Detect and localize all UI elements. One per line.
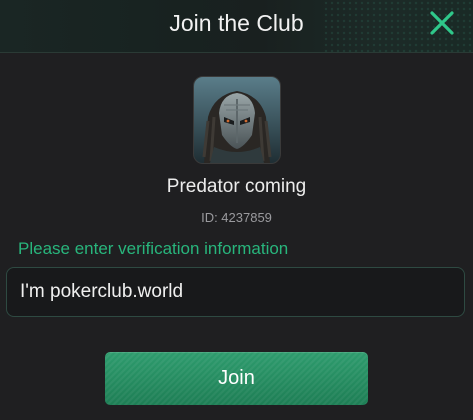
club-avatar bbox=[193, 76, 281, 164]
club-id: ID: 4237859 bbox=[201, 210, 272, 225]
verification-input[interactable] bbox=[7, 268, 464, 316]
verification-input-box bbox=[6, 267, 465, 317]
close-icon[interactable] bbox=[429, 10, 455, 36]
club-name: Predator coming bbox=[166, 176, 307, 197]
verification-prompt: Please enter verification information bbox=[18, 239, 289, 258]
dialog-header: Join the Club bbox=[0, 0, 473, 53]
join-club-dialog: Join the Club Predator coming ID: 423785… bbox=[0, 0, 473, 420]
dialog-title: Join the Club bbox=[169, 10, 304, 36]
join-button[interactable]: Join bbox=[105, 352, 368, 405]
